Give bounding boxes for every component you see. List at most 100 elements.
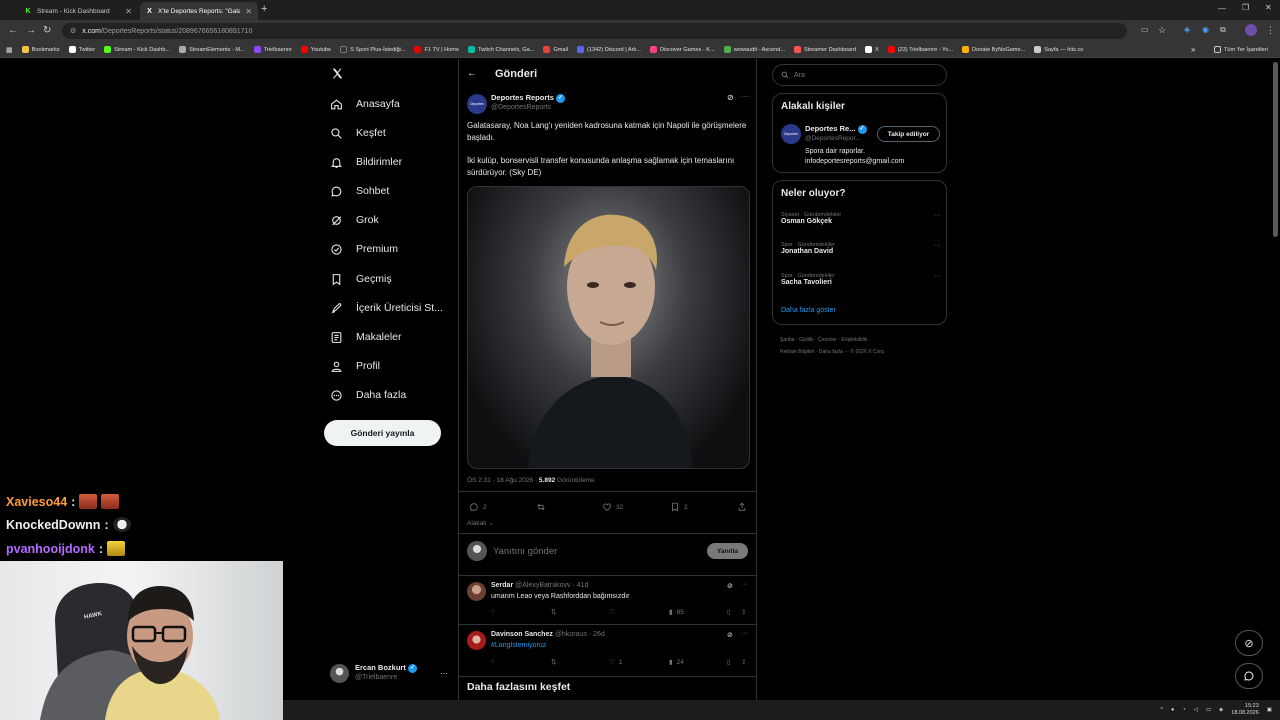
more-icon[interactable]: ··· — [934, 242, 941, 249]
bookmark-item[interactable]: Youtube — [300, 46, 331, 53]
back-icon[interactable]: ← — [8, 25, 18, 36]
author-name[interactable]: Deportes Reports — [491, 93, 554, 102]
messages-icon[interactable] — [1235, 663, 1263, 689]
reply-hashtag[interactable]: #LangIstemiyoruz — [491, 642, 546, 649]
all-bookmarks-folder[interactable]: Tüm Yer İşaretleri — [1214, 46, 1268, 53]
more-icon[interactable]: ··· — [934, 273, 941, 280]
forward-icon[interactable]: → — [26, 25, 36, 36]
browser-menu-icon[interactable]: ⋮ — [1266, 25, 1275, 36]
minimize-icon[interactable]: — — [1218, 4, 1226, 13]
new-tab-button[interactable]: + — [261, 3, 267, 15]
tab-kick-dashboard[interactable]: K Stream - Kick Dashboard ✕ — [18, 2, 138, 20]
related-avatar[interactable]: Deportes — [781, 124, 801, 144]
profile-avatar-icon[interactable] — [1245, 24, 1257, 36]
more-icon[interactable]: ··· — [741, 581, 748, 588]
avatar[interactable] — [467, 582, 486, 601]
bookmark-star-icon[interactable]: ☆ — [1158, 25, 1166, 36]
reply-icon[interactable]: ○ — [491, 658, 495, 665]
bookmarks-overflow-icon[interactable]: » — [1191, 45, 1195, 54]
nav-chat[interactable]: Sohbet — [330, 180, 389, 202]
bookmark-button[interactable]: 2 — [670, 502, 688, 512]
bookmark-item[interactable]: F1 TV | Home — [414, 46, 459, 53]
scrollbar-thumb[interactable] — [1273, 62, 1278, 237]
post-timestamp[interactable]: ÖS 2:31 · 18 Ağu 2026 · — [467, 477, 537, 484]
microphone-icon[interactable]: ● — [1171, 707, 1174, 713]
more-icon[interactable]: ··· — [741, 630, 748, 637]
show-more-link[interactable]: Daha fazla göster — [781, 307, 836, 314]
tray-chevron-icon[interactable]: ^ — [1160, 707, 1163, 713]
trend-item[interactable]: Spor · Gündemdekiler Sacha Tavolieri ··· — [781, 273, 941, 286]
grok-icon[interactable]: ⊘ — [727, 582, 733, 590]
reply-sort-dropdown[interactable]: Alakalı ⌄ — [467, 519, 494, 527]
related-handle[interactable]: @DeportesRepor... — [805, 134, 867, 144]
share-icon[interactable]: ⇪ — [741, 608, 746, 616]
bookmark-item[interactable]: Donate ByNoGame... — [962, 46, 1025, 53]
url-input[interactable]: ⚙ x.com/DeportesReports/status/208967665… — [62, 23, 1127, 39]
nav-more[interactable]: Daha fazla — [330, 384, 406, 406]
repost-icon[interactable]: ⇅ — [551, 608, 556, 616]
author-avatar[interactable]: Deportes — [467, 94, 487, 114]
nav-notifications[interactable]: Bildirimler — [330, 151, 402, 173]
nav-premium[interactable]: Premium — [330, 238, 398, 260]
grok-icon[interactable]: ⊘ — [727, 631, 733, 639]
grok-icon[interactable]: ⊘ — [727, 93, 734, 102]
bookmark-item[interactable]: (23) Trielbaenre - Yo... — [887, 46, 953, 53]
close-window-icon[interactable]: ✕ — [1265, 3, 1272, 12]
trend-item[interactable]: Siyaset · Gündemdekiler Osman Gökçek ··· — [781, 212, 941, 225]
more-icon[interactable]: ··· — [934, 212, 941, 219]
reply-button[interactable]: 2 — [469, 502, 487, 512]
bookmark-item[interactable]: wowaudit - Ascend... — [723, 46, 785, 53]
reply-author[interactable]: Serdar — [491, 582, 513, 589]
nav-bookmarks[interactable]: Geçmiş — [330, 268, 392, 290]
bookmark-item[interactable]: Sayfa — hits.co — [1034, 46, 1083, 53]
repost-button[interactable] — [536, 502, 546, 512]
nav-explore[interactable]: Keşfet — [330, 122, 386, 144]
notification-icon[interactable]: ▣ — [1267, 707, 1272, 713]
bookmark-item[interactable]: S Sport Plus-İstediği... — [340, 46, 405, 53]
bookmark-item[interactable]: Twitter — [68, 46, 95, 53]
bookmark-icon[interactable]: ▯ — [727, 608, 731, 616]
footer-line[interactable]: Reklam Bilgileri · Daha fazla ··· © 2026… — [780, 346, 885, 358]
reply-submit-button[interactable]: Yanıtla — [707, 543, 748, 559]
author-handle[interactable]: @DeportesReports — [491, 103, 565, 113]
nav-articles[interactable]: Makaleler — [330, 326, 402, 348]
extension-icon[interactable]: ◉ — [1202, 25, 1209, 34]
reply-icon[interactable]: ○ — [491, 608, 495, 615]
extension-icon[interactable]: ◈ — [1184, 25, 1190, 34]
share-icon[interactable]: ⇪ — [741, 658, 746, 666]
reply-time[interactable]: · 26d — [589, 631, 605, 638]
display-icon[interactable]: ▭ — [1206, 707, 1211, 713]
clock[interactable]: 15:23 18.08.2026 — [1231, 703, 1259, 717]
wifi-icon[interactable]: ◔ — [1182, 707, 1185, 713]
x-logo-icon[interactable] — [331, 67, 344, 85]
search-input[interactable]: Ara — [772, 64, 947, 86]
footer-line[interactable]: Şartlar · Gizlilik · Çerezler · Erişileb… — [780, 334, 885, 346]
reply-item[interactable]: Serdar @AlexyBatrakovv · 41d ⊘ ··· umarı… — [459, 576, 756, 625]
nav-creator-studio[interactable]: İçerik Üreticisi St... — [330, 297, 443, 319]
avatar[interactable] — [467, 631, 486, 650]
bookmark-item[interactable]: Stream - Kick Dashb... — [104, 46, 170, 53]
reply-time[interactable]: · 41d — [572, 582, 588, 589]
reply-handle[interactable]: @hkoraus — [555, 631, 587, 638]
account-switcher[interactable]: Ercan Bozkurt ✓ @Trielbaenre ··· — [330, 663, 448, 683]
nav-home[interactable]: Anasayfa — [330, 93, 400, 115]
repost-icon[interactable]: ⇅ — [551, 658, 556, 666]
bookmark-item[interactable]: Bookmarks — [21, 46, 60, 53]
site-info-icon[interactable]: ⚙ — [70, 27, 76, 35]
heart-icon[interactable]: ♡ 1 — [609, 658, 622, 667]
cast-icon[interactable]: ▭ — [1141, 25, 1149, 34]
reply-author[interactable]: Davinson Sanchez — [491, 631, 553, 638]
reload-icon[interactable]: ↻ — [43, 25, 51, 36]
related-name[interactable]: Deportes Re... — [805, 124, 855, 133]
reply-item[interactable]: Davinson Sanchez @hkoraus · 26d ⊘ ··· #L… — [459, 626, 756, 676]
like-button[interactable]: 32 — [602, 502, 623, 512]
close-tab-icon[interactable]: ✕ — [125, 7, 132, 16]
views-icon[interactable]: ▮ 85 — [669, 608, 684, 617]
bookmark-item[interactable]: Twitch Channels, Ga... — [468, 46, 534, 53]
bookmark-item[interactable]: Streamer Dashboard — [794, 46, 856, 53]
reply-input[interactable]: Yanıtını gönder — [493, 546, 557, 557]
following-button[interactable]: Takip ediliyor — [877, 126, 940, 142]
network-icon[interactable]: ◈ — [1219, 707, 1223, 713]
trend-item[interactable]: Spor · Gündemdekiler Jonathan David ··· — [781, 242, 941, 255]
share-button[interactable] — [737, 502, 747, 512]
